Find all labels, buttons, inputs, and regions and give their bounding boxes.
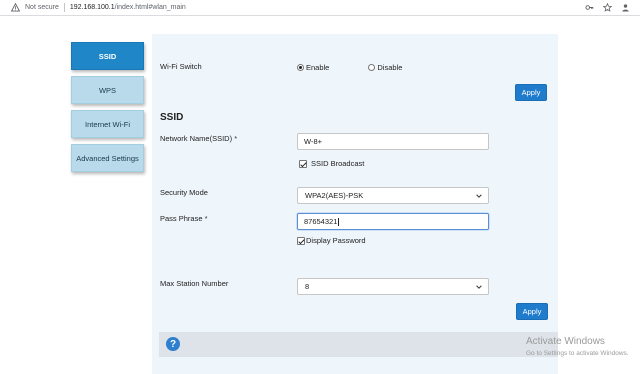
url-host: 192.168.100.1	[69, 4, 115, 11]
pass-phrase-label: Pass Phrase *	[160, 214, 208, 223]
chevron-down-icon	[476, 285, 482, 289]
text-caret	[338, 217, 340, 226]
nav-item-ssid[interactable]: SSID	[71, 42, 144, 70]
ssid-broadcast-label[interactable]: SSID Broadcast	[311, 159, 364, 168]
nav-item-internet-wifi[interactable]: Internet Wi-Fi	[71, 110, 144, 138]
pass-phrase-value: 87654321	[304, 217, 338, 226]
router-admin-page: SSID WPS Internet Wi-Fi Advanced Setting…	[0, 17, 640, 374]
ssid-broadcast-option[interactable]: SSID Broadcast	[299, 159, 364, 168]
chevron-down-icon	[476, 194, 482, 198]
url-path: /index.html#wlan_main	[114, 4, 186, 11]
browser-address-bar: Not secure 192.168.100.1/index.html#wlan…	[0, 0, 640, 16]
wifi-switch-label: Wi-Fi Switch	[160, 62, 202, 71]
bookmark-star-icon[interactable]	[603, 3, 612, 12]
network-name-label: Network Name(SSID) *	[160, 134, 237, 143]
max-station-select[interactable]: 8	[297, 278, 489, 295]
display-password-checkbox[interactable]	[297, 236, 305, 245]
help-bar: ?	[159, 332, 558, 357]
wifi-enable-radio[interactable]	[297, 64, 304, 71]
pass-phrase-input[interactable]: 87654321	[297, 213, 489, 230]
apply-button-ssid[interactable]: Apply	[516, 303, 548, 320]
question-mark-icon[interactable]: ?	[166, 337, 180, 351]
wifi-enable-label[interactable]: Enable	[306, 63, 329, 72]
ssid-broadcast-checkbox[interactable]	[299, 159, 307, 168]
profile-icon[interactable]	[621, 3, 630, 12]
nav-item-advanced-settings[interactable]: Advanced Settings	[71, 144, 144, 172]
ssid-section-title: SSID	[160, 112, 184, 123]
nav-item-wps[interactable]: WPS	[71, 76, 144, 104]
wifi-disable-radio[interactable]	[368, 64, 376, 71]
wifi-switch-radio-group: Enable Disable	[297, 63, 441, 72]
required-mark: *	[234, 134, 238, 143]
display-password-option[interactable]: Display Password	[297, 236, 366, 245]
display-password-label[interactable]: Display Password	[306, 236, 366, 245]
security-mode-label: Security Mode	[160, 188, 208, 197]
browser-toolbar-icons	[585, 3, 630, 12]
side-navigation: SSID WPS Internet Wi-Fi Advanced Setting…	[71, 42, 144, 178]
pass-phrase-label-text: Pass Phrase	[160, 214, 203, 223]
network-name-input[interactable]: W-8+	[297, 133, 489, 150]
warning-icon[interactable]	[11, 3, 20, 12]
security-mode-value: WPA2(AES)-PSK	[305, 191, 364, 200]
security-mode-select[interactable]: WPA2(AES)-PSK	[297, 187, 489, 204]
key-icon[interactable]	[585, 3, 594, 12]
network-name-label-text: Network Name(SSID)	[160, 134, 233, 143]
wlan-settings-panel: Wi-Fi Switch Enable Disable Apply SSID N…	[152, 34, 558, 374]
windows-activation-watermark: Activate Windows Go to Settings to activ…	[526, 336, 629, 360]
max-station-value: 8	[305, 282, 310, 291]
network-name-value: W-8+	[304, 137, 322, 146]
watermark-title: Activate Windows	[526, 336, 605, 347]
required-mark: *	[204, 214, 208, 223]
max-station-label: Max Station Number	[160, 279, 229, 288]
watermark-subtitle: Go to Settings to activate Windows.	[526, 350, 629, 357]
apply-button-wifi-switch[interactable]: Apply	[515, 84, 547, 101]
url-field[interactable]: 192.168.100.1/index.html#wlan_main	[70, 4, 186, 11]
wifi-disable-label[interactable]: Disable	[377, 63, 402, 72]
address-divider	[63, 3, 65, 12]
security-status-label[interactable]: Not secure	[25, 4, 59, 11]
